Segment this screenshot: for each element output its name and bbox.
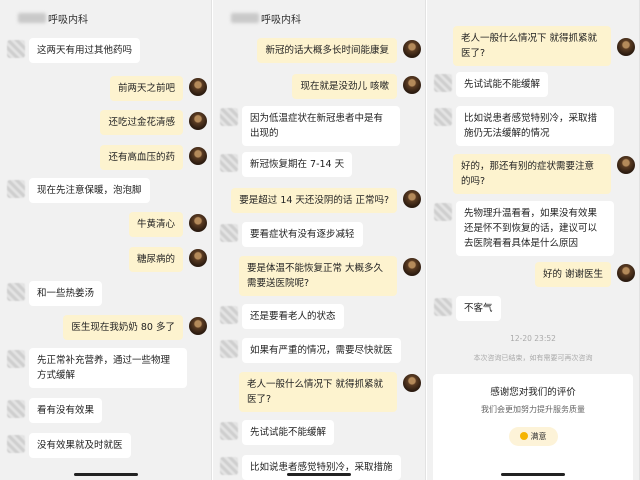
doctor-avatar — [220, 457, 238, 475]
rating-title: 感谢您对我们的评价 — [490, 387, 576, 398]
user-avatar — [403, 190, 421, 208]
doctor-message-bubble: 如果有严重的情况，需要尽快就医 — [242, 338, 401, 363]
blurred-doctor-name — [18, 13, 46, 23]
satisfied-button[interactable]: 满意 — [508, 427, 558, 446]
doctor-message-bubble: 还是要看老人的状态 — [242, 304, 344, 329]
user-avatar — [617, 264, 635, 282]
doctor-message-bubble: 现在先注意保暖，泡泡脚 — [29, 178, 150, 203]
user-avatar — [403, 40, 421, 58]
doctor-avatar — [7, 350, 25, 368]
user-message-bubble: 牛黄清心 — [128, 212, 183, 237]
doctor-avatar — [434, 203, 452, 221]
user-message-bubble: 老人一般什么情况下 就得抓紧就医了? — [453, 26, 611, 66]
rating-subtitle: 我们会更加努力提升服务质量 — [481, 405, 585, 414]
chat-panel-2: 呼吸内科 新冠的话大概多长时间能康复 现在就是没劲儿 咳嗽 因为低温症状在新冠患… — [213, 0, 426, 480]
user-message-bubble: 要是超过 14 天还没阴的话 正常吗? — [231, 188, 397, 213]
doctor-avatar — [7, 180, 25, 198]
doctor-avatar — [220, 306, 238, 324]
doctor-message-bubble: 这两天有用过其他药吗 — [29, 38, 141, 63]
doctor-avatar — [7, 283, 25, 301]
smile-icon — [519, 432, 528, 440]
user-avatar — [189, 249, 207, 267]
doctor-avatar — [220, 108, 238, 126]
user-avatar — [403, 76, 421, 94]
doctor-avatar — [434, 298, 452, 316]
doctor-message-bubble: 比如说患者感觉特别冷，采取措施 — [242, 455, 401, 480]
user-message-bubble: 新冠的话大概多长时间能康复 — [257, 38, 397, 63]
chat-panel-3: 老人一般什么情况下 就得抓紧就医了? 先试试能不能缓解 比如说患者感觉特别冷，采… — [427, 0, 640, 480]
doctor-message-bubble: 先试试能不能缓解 — [242, 420, 335, 445]
home-indicator — [501, 473, 565, 476]
user-message-bubble: 还有高血压的药 — [100, 145, 183, 170]
user-message-bubble: 好的 谢谢医生 — [534, 262, 611, 287]
doctor-avatar — [220, 340, 238, 358]
doctor-message-bubble: 先物理升温看看，如果没有效果还是怀不到恢复的话，建议可以去医院看看具体是什么原因 — [456, 201, 614, 256]
doctor-message-bubble: 看有没有效果 — [29, 398, 103, 423]
doctor-message-bubble: 没有效果就及时就医 — [29, 433, 131, 458]
doctor-message-bubble: 新冠恢复期在 7-14 天 — [242, 152, 353, 177]
user-message-bubble: 前两天之前吧 — [109, 76, 183, 101]
doctor-avatar — [220, 422, 238, 440]
blurred-doctor-name — [231, 13, 259, 23]
satisfied-label: 满意 — [530, 432, 547, 441]
user-avatar — [189, 214, 207, 232]
doctor-message-bubble: 比如说患者感觉特别冷，采取措施仍无法缓解的情况 — [456, 106, 614, 146]
message-timestamp: 12-20 23:52 — [510, 334, 556, 343]
department-title: 呼吸内科 — [261, 15, 301, 26]
user-message-bubble: 还吃过金花清感 — [100, 110, 183, 135]
doctor-avatar — [434, 108, 452, 126]
user-avatar — [403, 258, 421, 276]
doctor-message-bubble: 先试试能不能缓解 — [456, 72, 549, 97]
user-avatar — [617, 156, 635, 174]
user-avatar — [403, 374, 421, 392]
department-title: 呼吸内科 — [48, 15, 88, 26]
user-avatar — [617, 38, 635, 56]
chat-header: 呼吸内科 — [213, 0, 425, 36]
user-avatar — [189, 112, 207, 130]
user-message-bubble: 现在就是没劲儿 咳嗽 — [292, 74, 397, 99]
user-avatar — [189, 317, 207, 335]
doctor-message-bubble: 要看症状有没有逐步减轻 — [242, 222, 363, 247]
doctor-avatar — [434, 74, 452, 92]
doctor-message-bubble: 不客气 — [456, 296, 501, 321]
user-message-bubble: 糖尿病的 — [128, 247, 183, 272]
doctor-avatar — [7, 400, 25, 418]
home-indicator — [287, 473, 351, 476]
chat-panel-1: 呼吸内科 这两天有用过其他药吗 前两天之前吧 还吃过金花清感 还有高血压的药 现… — [0, 0, 212, 480]
doctor-message-bubble: 因为低温症状在新冠患者中是有出现的 — [242, 106, 400, 146]
doctor-avatar — [220, 154, 238, 172]
user-message-bubble: 老人一般什么情况下 就得抓紧就医了? — [239, 372, 397, 412]
user-avatar — [189, 78, 207, 96]
user-message-bubble: 医生现在我奶奶 80 多了 — [63, 315, 183, 340]
user-message-bubble: 好的，那还有别的症状需要注意的吗? — [453, 154, 611, 194]
doctor-avatar — [7, 40, 25, 58]
rating-card: 感谢您对我们的评价 我们会更加努力提升服务质量 满意 — [433, 374, 633, 480]
consult-ended-notice: 本次咨询已结束，如有需要可再次咨询 — [473, 354, 593, 362]
home-indicator — [73, 473, 138, 476]
doctor-avatar — [7, 435, 25, 453]
doctor-message-bubble: 先正常补充营养，通过一些物理方式缓解 — [29, 348, 187, 388]
user-message-bubble: 要是体温不能恢复正常 大概多久需要送医院呢? — [239, 256, 397, 296]
user-avatar — [189, 147, 207, 165]
doctor-avatar — [220, 224, 238, 242]
chat-header: 呼吸内科 — [0, 0, 211, 36]
doctor-message-bubble: 和一些热姜汤 — [29, 281, 103, 306]
